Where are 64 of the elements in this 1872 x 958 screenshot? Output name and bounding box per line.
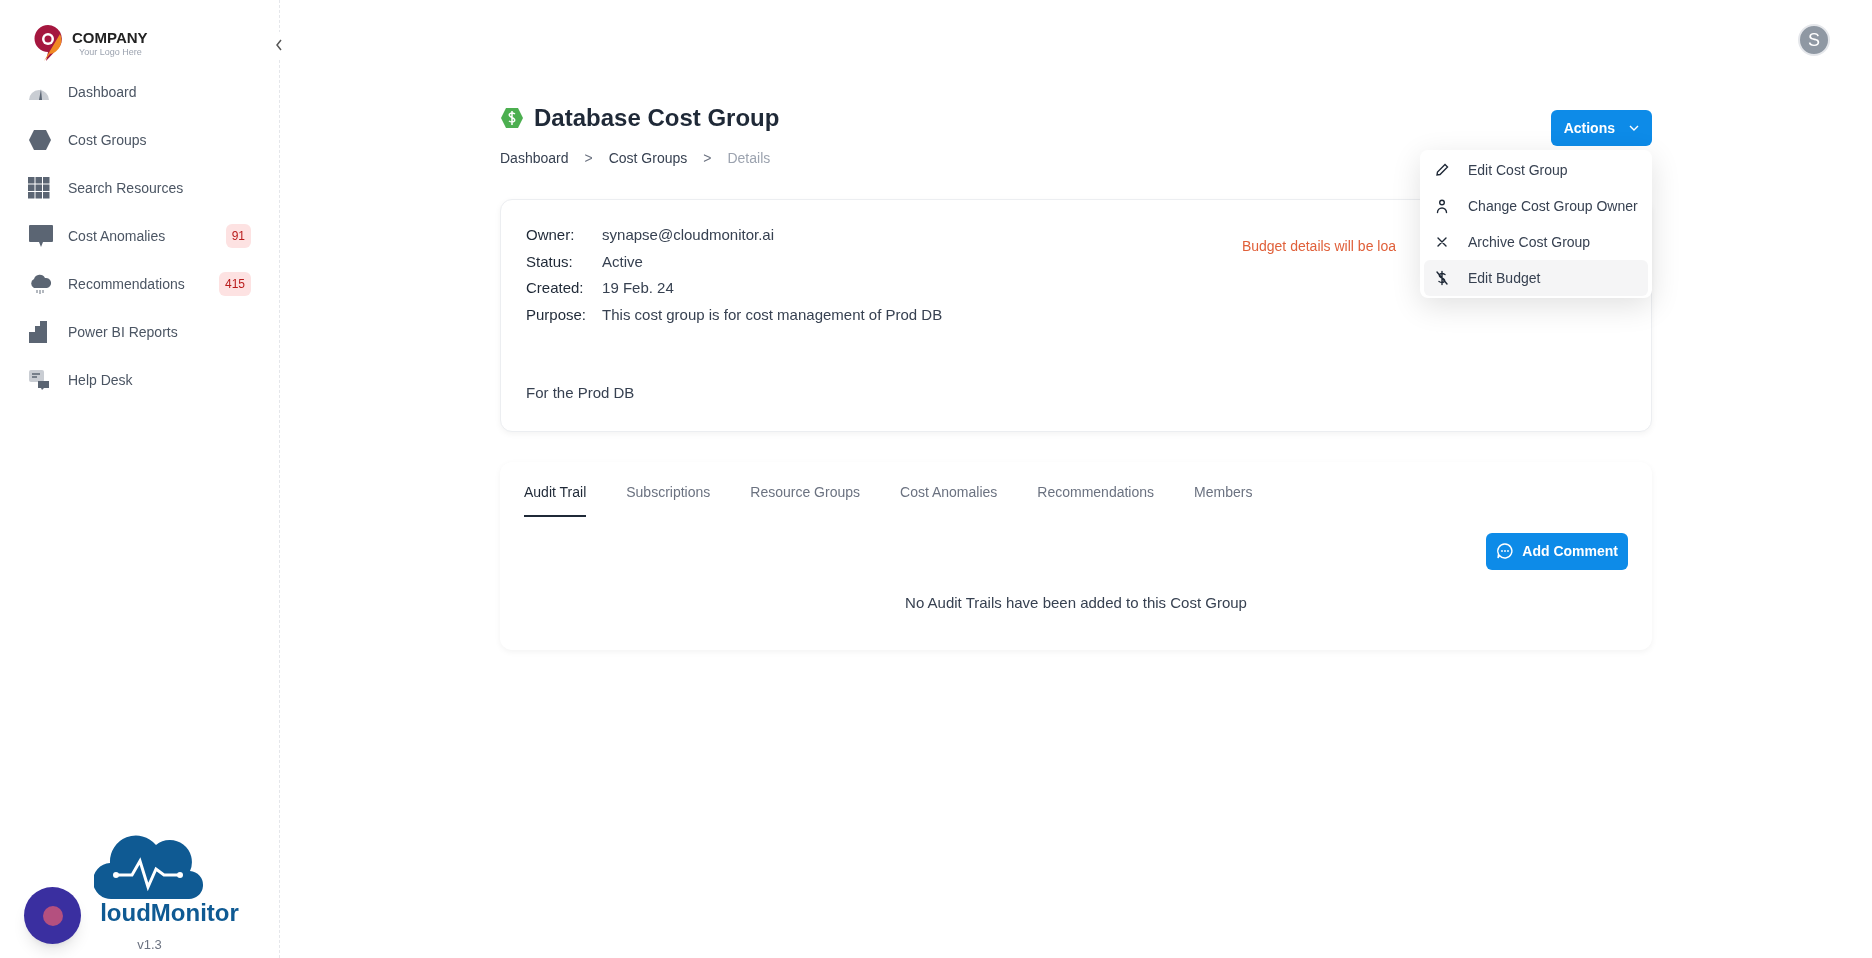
tab[interactable]: Members: [1194, 481, 1253, 517]
menu-item[interactable]: Edit Budget: [1424, 260, 1648, 296]
tab[interactable]: Subscriptions: [626, 481, 711, 517]
description-text: For the Prod DB: [526, 383, 636, 403]
page-title: Database Cost Group: [534, 103, 780, 133]
sidebar-item[interactable]: Search Resources: [20, 164, 259, 212]
brand-tagline: Your Logo Here: [79, 47, 143, 57]
count-badge: 91: [225, 224, 251, 248]
field-label: Status:: [526, 251, 574, 272]
field-label: Purpose:: [526, 304, 587, 325]
sidebar-item[interactable]: Power BI Reports: [20, 308, 259, 356]
tab[interactable]: Recommendations: [1037, 481, 1155, 517]
no-dollar-icon: [1434, 270, 1450, 286]
breadcrumb-separator: >: [584, 149, 593, 168]
sidebar-label: Cost Anomalies: [68, 226, 167, 246]
actions-button[interactable]: Actions: [1550, 110, 1652, 146]
person-icon: [1434, 198, 1450, 214]
field-label: Created:: [526, 278, 585, 298]
sidebar-label: Recommendations: [68, 274, 186, 294]
logo-icon: [32, 24, 64, 62]
bar-chart-icon: [28, 320, 48, 344]
sidebar-label: Help Desk: [68, 370, 134, 390]
sidebar-item[interactable]: Cost Anomalies 91: [20, 212, 259, 260]
sidebar-item[interactable]: Help Desk: [20, 356, 259, 404]
breadcrumb-link[interactable]: Cost Groups: [608, 148, 688, 169]
field-value: 19 Feb. 24: [602, 278, 675, 298]
count-badge: 415: [218, 272, 251, 296]
sidebar-label: Search Resources: [68, 178, 185, 198]
field-value: Active: [602, 251, 644, 272]
comment-icon: [1496, 542, 1515, 560]
menu-item[interactable]: Change Cost Group Owner: [1424, 188, 1648, 224]
tab[interactable]: Resource Groups: [750, 481, 860, 517]
menu-item[interactable]: Edit Cost Group: [1424, 152, 1648, 188]
brand-name: COMPANY: [72, 29, 148, 45]
chat-launcher-button[interactable]: [24, 887, 81, 944]
grid-icon: [28, 177, 50, 199]
hexagon-icon: [28, 129, 52, 151]
pencil-icon: [1434, 162, 1450, 178]
tab[interactable]: Audit Trail: [524, 481, 587, 517]
field-value: synapse@cloudmonitor.ai: [602, 225, 776, 245]
product-name: loudMonitor: [100, 900, 239, 925]
sidebar-label: Power BI Reports: [68, 322, 179, 342]
sidebar-item[interactable]: Dashboard: [20, 68, 259, 116]
cloud-icon: [28, 272, 52, 296]
dot-icon: [42, 905, 63, 926]
sidebar-label: Cost Groups: [68, 130, 148, 150]
dollar-hexagon-icon: [500, 106, 524, 130]
empty-message: No Audit Trails have been added to this Cost Group: [904, 592, 1248, 613]
version-label: v1.3: [137, 935, 162, 954]
budget-note: Budget details will be loa: [1241, 237, 1396, 256]
breadcrumb-link[interactable]: Dashboard: [500, 148, 569, 169]
tab[interactable]: Cost Anomalies: [900, 481, 998, 517]
sidebar-item[interactable]: Cost Groups: [20, 116, 259, 164]
chevron-down-icon: [1629, 125, 1639, 131]
chevron-left-icon: [275, 39, 283, 51]
breadcrumb-separator: >: [703, 149, 712, 168]
field-label: Owner:: [526, 225, 576, 245]
chat-bubbles-icon: [28, 369, 50, 391]
sidebar-label: Dashboard: [68, 82, 138, 102]
chat-icon: [28, 224, 54, 248]
menu-item[interactable]: Archive Cost Group: [1424, 224, 1648, 260]
field-value: This cost group is for cost management of Prod DB: [602, 304, 943, 325]
sidebar-item[interactable]: Recommendations 415: [20, 260, 259, 308]
add-comment-button[interactable]: Add Comment: [1486, 532, 1628, 570]
